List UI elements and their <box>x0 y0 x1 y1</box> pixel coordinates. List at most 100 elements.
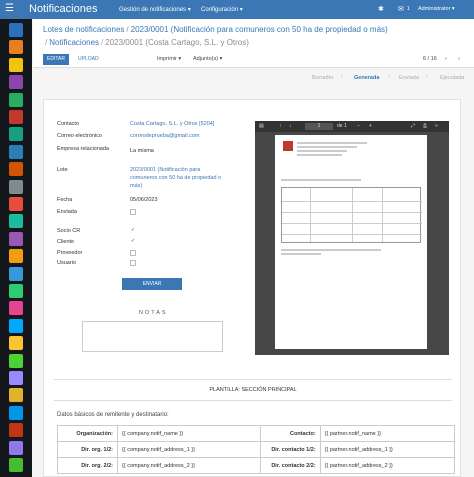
app-icon-24[interactable] <box>9 423 23 438</box>
app-icon-26[interactable] <box>9 458 23 472</box>
app-icon-1[interactable] <box>9 23 23 37</box>
apps-menu-icon[interactable]: ☰ <box>5 4 14 14</box>
edit-button[interactable]: EDITAR <box>43 54 69 65</box>
contact-value: {{ partner.notif_name }} <box>319 425 456 442</box>
bug-icon[interactable]: ✱ <box>378 5 384 13</box>
contact-label: Contacto: <box>259 425 321 442</box>
chat-icon[interactable]: ✉ <box>398 5 404 13</box>
app-icon-10[interactable] <box>9 179 23 194</box>
app-icon-18[interactable] <box>9 318 23 333</box>
pager-value[interactable]: 6 / 16 <box>423 55 437 64</box>
usuario-checkbox[interactable] <box>130 260 136 266</box>
menu-configuracion[interactable]: Configuración ▾ <box>201 6 243 13</box>
basic-data-title: Datos básicos de remitente y destinatari… <box>57 412 169 418</box>
breadcrumb-lotes[interactable]: Lotes de notificaciones <box>43 25 124 34</box>
menu-gestion[interactable]: Gestión de notificaciones ▾ <box>119 6 191 13</box>
cliente-checkbox[interactable]: ✓ <box>130 239 136 245</box>
pager-next-icon[interactable]: › <box>458 55 460 64</box>
page-down-icon[interactable]: ↓ <box>289 123 292 129</box>
chevron-right-icon: › <box>341 74 343 80</box>
app-icon-5[interactable] <box>9 92 23 107</box>
org-address2-label: Dir. org. 2/2: <box>57 457 118 474</box>
pdf-viewer[interactable]: ▤ ↑ ↓ 1 de 1 − + ⤢ ⎙ » <box>255 121 449 355</box>
app-icon-15[interactable] <box>9 266 23 281</box>
user-menu[interactable]: Administrator ▾ <box>418 6 455 12</box>
contact-address1-value: {{ partner.notif_address_1 }} <box>319 441 456 458</box>
table-row: Organización: {{ company.notif_name }} C… <box>57 425 456 442</box>
proveedor-label: Proveedor <box>57 250 83 256</box>
sidebar-toggle-icon[interactable]: ▤ <box>259 123 264 129</box>
app-icon-14[interactable] <box>9 249 23 264</box>
email-field[interactable]: correodeprueba@gmail.com <box>130 133 199 139</box>
socio-checkbox[interactable]: ✓ <box>130 228 136 234</box>
app-icon-22[interactable] <box>9 388 23 403</box>
app-icon-2[interactable] <box>9 40 23 55</box>
print-icon[interactable]: ⎙ <box>423 123 427 129</box>
table-row: Dir. org. 1/2: {{ company.notif_address_… <box>57 441 456 458</box>
proveedor-checkbox[interactable] <box>130 250 136 256</box>
app-icon-21[interactable] <box>9 371 23 385</box>
notes-label: NOTAS <box>139 310 168 316</box>
print-dropdown[interactable]: Imprimir ▾ <box>157 55 181 64</box>
document-logo <box>283 141 293 151</box>
app-icon-4[interactable] <box>9 75 23 90</box>
more-tools-icon[interactable]: » <box>435 123 438 129</box>
app-icon-13[interactable] <box>9 231 23 246</box>
app-sidebar <box>0 19 32 477</box>
breadcrumb-notificaciones[interactable]: Notificaciones <box>49 38 99 47</box>
contacto-field[interactable]: Costa Cartago, S.L. y Otros [5204] <box>130 121 214 127</box>
pdf-page <box>275 135 427 349</box>
app-icon-11[interactable] <box>9 197 23 211</box>
app-icon-23[interactable] <box>9 405 23 420</box>
lote-field-line3[interactable]: más) <box>130 183 142 189</box>
cliente-label: Cliente <box>57 239 75 245</box>
zoom-out-icon[interactable]: − <box>357 123 360 129</box>
app-icon-25[interactable] <box>9 440 23 455</box>
pager-previous-icon[interactable]: ‹ <box>445 55 447 64</box>
app-icon-12[interactable] <box>9 214 23 229</box>
fecha-field: 05/06/2023 <box>130 197 158 203</box>
lote-label: Lote <box>57 167 68 173</box>
pdf-page-input[interactable]: 1 <box>305 123 333 130</box>
app-icon-20[interactable] <box>9 353 23 368</box>
stage-enviada[interactable]: Enviada <box>399 75 419 81</box>
messages-count-badge: 1 <box>407 6 410 12</box>
page-up-icon[interactable]: ↑ <box>279 123 282 129</box>
enviada-checkbox[interactable] <box>130 209 136 215</box>
fullscreen-icon[interactable]: ⤢ <box>411 123 415 129</box>
app-icon-8[interactable] <box>9 144 23 159</box>
notes-field[interactable] <box>82 321 223 352</box>
top-navbar: ☰ Notificaciones Gestión de notificacion… <box>0 0 474 19</box>
upload-button[interactable]: UPLOAD <box>78 55 99 64</box>
lote-field-line1[interactable]: 2023/0001 (Notificación para <box>130 167 200 173</box>
org-address1-value: {{ company.notif_address_1 }} <box>117 441 261 458</box>
control-panel: EDITAR UPLOAD Imprimir ▾ Adjunto(s) ▾ 6 … <box>33 52 474 68</box>
zoom-in-icon[interactable]: + <box>369 123 372 129</box>
app-icon-16[interactable] <box>9 284 23 298</box>
attachments-dropdown[interactable]: Adjunto(s) ▾ <box>193 55 222 64</box>
org-address1-label: Dir. org. 1/2: <box>57 441 118 458</box>
form-sheet: Contacto Costa Cartago, S.L. y Otros [52… <box>43 99 461 477</box>
app-icon-7[interactable] <box>9 127 23 142</box>
lote-field-line2[interactable]: comuneros con 50 ha de propiedad o <box>130 175 221 181</box>
breadcrumb-lote[interactable]: 2023/0001 (Notificación para comuneros c… <box>131 25 388 34</box>
contact-address2-value: {{ partner.notif_address_2 }} <box>319 457 456 474</box>
stage-borrador[interactable]: Borrador <box>312 75 333 81</box>
stage-bar: Borrador › Generada › Enviada › Ejecutad… <box>33 69 474 87</box>
empresa-field: La misma <box>130 148 154 154</box>
contact-address2-label: Dir. contacto 2/2: <box>259 457 321 474</box>
app-icon-17[interactable] <box>9 301 23 316</box>
send-button[interactable]: ENVIAR <box>122 278 182 290</box>
app-icon-19[interactable] <box>9 336 23 351</box>
stage-generada[interactable]: Generada <box>354 75 379 81</box>
pdf-page-total: de 1 <box>337 123 347 129</box>
app-icon-3[interactable] <box>9 57 23 72</box>
app-icon-9[interactable] <box>9 162 23 177</box>
template-vars-table: Organización: {{ company.notif_name }} C… <box>57 425 456 474</box>
contact-address1-label: Dir. contacto 1/2: <box>259 441 321 458</box>
empresa-label: Empresa relacionada <box>57 146 109 152</box>
org-address2-value: {{ company.notif_address_2 }} <box>117 457 261 474</box>
stage-ejecutada[interactable]: Ejecutada <box>440 75 464 81</box>
app-icon-6[interactable] <box>9 110 23 124</box>
app-title: Notificaciones <box>29 3 98 15</box>
